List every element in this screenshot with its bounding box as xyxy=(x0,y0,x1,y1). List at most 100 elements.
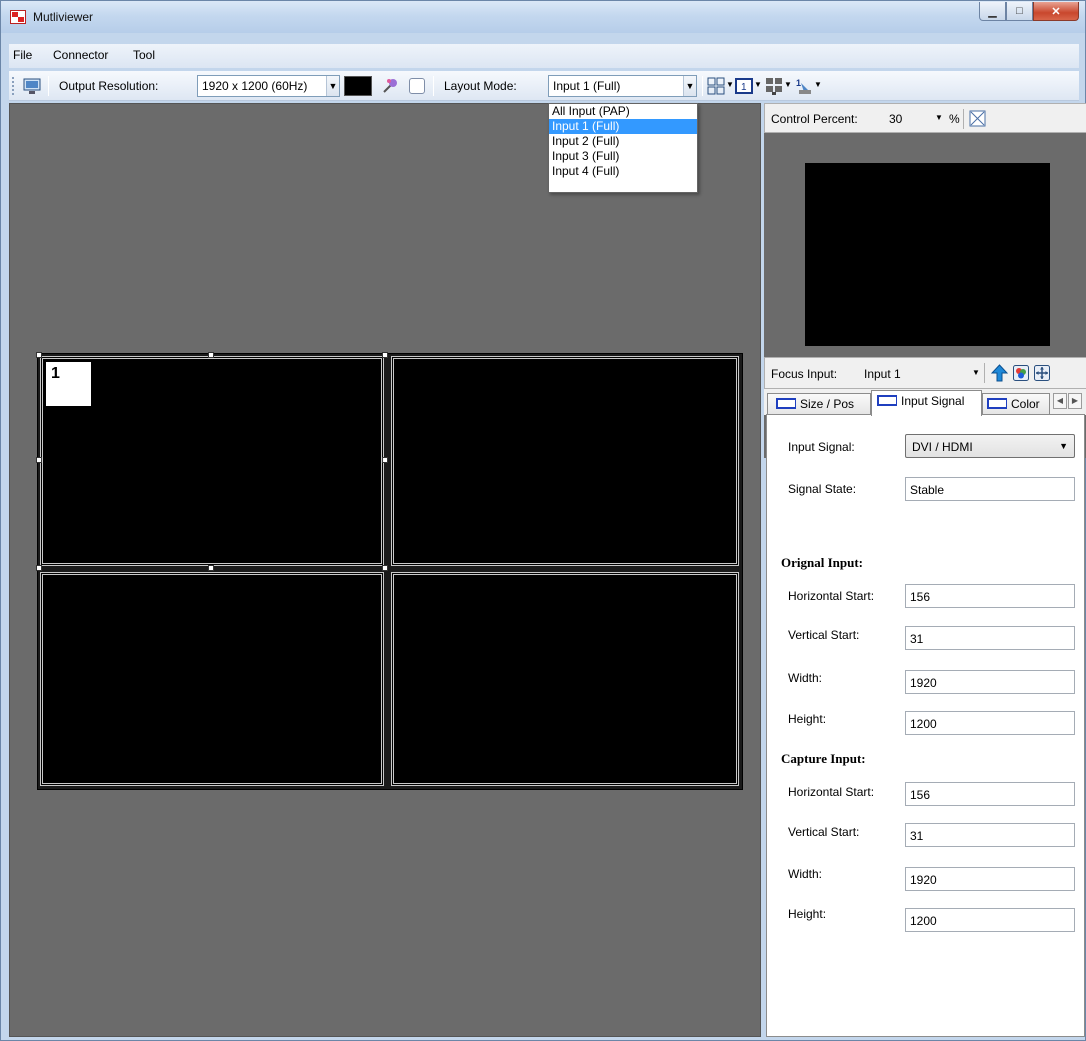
window-controls: ▁ □ ✕ xyxy=(979,2,1079,22)
output-cell-3[interactable] xyxy=(40,572,384,786)
layout-option-input-1-full[interactable]: Input 1 (Full) xyxy=(549,119,697,134)
resize-handle[interactable] xyxy=(382,457,388,463)
toolbar-separator xyxy=(984,363,985,383)
background-color-swatch[interactable] xyxy=(344,76,372,96)
chevron-down-icon[interactable]: ▼ xyxy=(784,80,792,89)
chevron-down-icon: ▼ xyxy=(683,76,696,96)
layout-mode-value: Input 1 (Full) xyxy=(553,79,621,93)
tab-label: Input Signal xyxy=(901,394,965,408)
input-signal-panel: Input Signal: DVI / HDMI ▼ Signal State:… xyxy=(766,414,1085,1037)
toolbar-separator xyxy=(433,76,434,96)
layout-option-input-4-full[interactable]: Input 4 (Full) xyxy=(549,164,697,179)
tab-label: Color xyxy=(1011,397,1040,411)
tab-input-signal[interactable]: Input Signal xyxy=(871,390,982,416)
layout-option-input-3-full[interactable]: Input 3 (Full) xyxy=(549,149,697,164)
output-resolution-value: 1920 x 1200 (60Hz) xyxy=(202,79,308,93)
display-wall-icon[interactable] xyxy=(765,77,783,95)
cell-number-label: 1 xyxy=(46,362,91,406)
layout-mode-label: Layout Mode: xyxy=(444,79,517,93)
tab-color[interactable]: Color xyxy=(982,393,1050,415)
color-picker-icon[interactable] xyxy=(381,77,399,95)
tab-scroll-right-button[interactable]: ▶ xyxy=(1068,393,1082,409)
grid-layout-icon[interactable] xyxy=(707,77,725,95)
chevron-down-icon[interactable]: ▼ xyxy=(814,80,822,89)
capture-vertical-start-label: Vertical Start: xyxy=(788,825,860,839)
close-icon: ✕ xyxy=(1051,5,1061,18)
maximize-button[interactable]: □ xyxy=(1006,2,1033,21)
move-icon[interactable] xyxy=(1034,365,1050,381)
toolbar-grip[interactable] xyxy=(12,77,15,95)
chevron-down-icon[interactable]: ▼ xyxy=(935,113,943,122)
original-width-label: Width: xyxy=(788,671,823,685)
close-button[interactable]: ✕ xyxy=(1033,2,1079,21)
arrow-up-icon[interactable] xyxy=(991,364,1008,382)
resize-handle[interactable] xyxy=(36,352,42,358)
window-icon xyxy=(776,398,796,409)
chevron-down-icon: ▼ xyxy=(326,76,339,96)
menu-tool[interactable]: Tool xyxy=(133,48,155,62)
single-window-icon[interactable]: 1 xyxy=(735,77,753,95)
layout-mode-select[interactable]: Input 1 (Full) ▼ xyxy=(548,75,697,97)
minimize-button[interactable]: ▁ xyxy=(979,2,1006,21)
control-percent-bar: Control Percent: 30 ▼ % xyxy=(764,103,1086,133)
property-tabs: Size / Pos Input Signal Color ◀ ▶ xyxy=(764,389,1086,416)
original-vertical-start-label: Vertical Start: xyxy=(788,628,860,642)
fullscreen-checkbox[interactable] xyxy=(409,78,425,94)
chevron-down-icon[interactable]: ▼ xyxy=(972,368,980,377)
minimize-icon: ▁ xyxy=(988,5,997,18)
capture-horizontal-start-field[interactable]: 156 xyxy=(905,782,1075,806)
maximize-icon: □ xyxy=(1016,5,1023,17)
properties-panel: Control Percent: 30 ▼ % Focus Input: Inp… xyxy=(764,103,1086,1037)
input-signal-value: DVI / HDMI xyxy=(912,440,973,454)
toolbar-separator xyxy=(48,76,49,96)
output-cell-1[interactable]: 1 xyxy=(40,356,384,566)
layout-mode-dropdown-list: All Input (PAP) Input 1 (Full) Input 2 (… xyxy=(548,103,698,193)
resize-handle[interactable] xyxy=(36,457,42,463)
fit-to-window-icon[interactable] xyxy=(969,110,986,127)
original-horizontal-start-label: Horizontal Start: xyxy=(788,589,875,603)
input-order-icon[interactable]: 1 xyxy=(795,77,813,95)
original-width-field[interactable]: 1920 xyxy=(905,670,1075,694)
input-signal-select[interactable]: DVI / HDMI ▼ xyxy=(905,434,1075,458)
output-resolution-label: Output Resolution: xyxy=(59,79,159,93)
chevron-down-icon: ▼ xyxy=(1059,441,1068,451)
original-height-field[interactable]: 1200 xyxy=(905,711,1075,735)
resize-handle[interactable] xyxy=(36,565,42,571)
chevron-down-icon[interactable]: ▼ xyxy=(754,80,762,89)
tab-size-pos[interactable]: Size / Pos xyxy=(767,393,871,415)
layout-option-all-input-pap[interactable]: All Input (PAP) xyxy=(549,104,697,119)
resize-handle[interactable] xyxy=(208,565,214,571)
menu-connector[interactable]: Connector xyxy=(53,48,108,62)
window-icon xyxy=(877,395,897,406)
capture-height-field[interactable]: 1200 xyxy=(905,908,1075,932)
original-input-heading: Orignal Input: xyxy=(781,555,863,570)
signal-state-label: Signal State: xyxy=(788,482,857,496)
chevron-down-icon[interactable]: ▼ xyxy=(726,80,734,89)
toolbar-separator xyxy=(963,109,964,129)
layout-canvas[interactable]: 1 xyxy=(9,103,761,1037)
title-bar[interactable]: Mutliviewer ▁ □ ✕ xyxy=(1,1,1085,33)
tab-scroll-left-button[interactable]: ◀ xyxy=(1053,393,1067,409)
monitor-icon[interactable] xyxy=(23,77,41,95)
focus-input-value[interactable]: Input 1 xyxy=(864,367,901,381)
resize-handle[interactable] xyxy=(382,565,388,571)
signal-state-field[interactable]: Stable xyxy=(905,477,1075,501)
output-cell-4[interactable] xyxy=(391,572,739,786)
original-vertical-start-field[interactable]: 31 xyxy=(905,626,1075,650)
video-wall-grid: 1 xyxy=(36,352,743,790)
output-cell-2[interactable] xyxy=(391,356,739,566)
menu-file[interactable]: File xyxy=(13,48,32,62)
input-preview xyxy=(805,163,1050,346)
resize-handle[interactable] xyxy=(382,352,388,358)
layout-option-input-2-full[interactable]: Input 2 (Full) xyxy=(549,134,697,149)
output-resolution-select[interactable]: 1920 x 1200 (60Hz) ▼ xyxy=(197,75,340,97)
color-adjust-icon[interactable] xyxy=(1013,365,1029,381)
capture-vertical-start-field[interactable]: 31 xyxy=(905,823,1075,847)
tab-label: Size / Pos xyxy=(800,397,855,411)
capture-width-field[interactable]: 1920 xyxy=(905,867,1075,891)
original-horizontal-start-field[interactable]: 156 xyxy=(905,584,1075,608)
resize-handle[interactable] xyxy=(208,352,214,358)
control-percent-value[interactable]: 30 xyxy=(889,112,902,126)
toolbar: Output Resolution: 1920 x 1200 (60Hz) ▼ … xyxy=(9,71,1079,101)
menu-bar: File Connector Tool xyxy=(9,44,1079,68)
